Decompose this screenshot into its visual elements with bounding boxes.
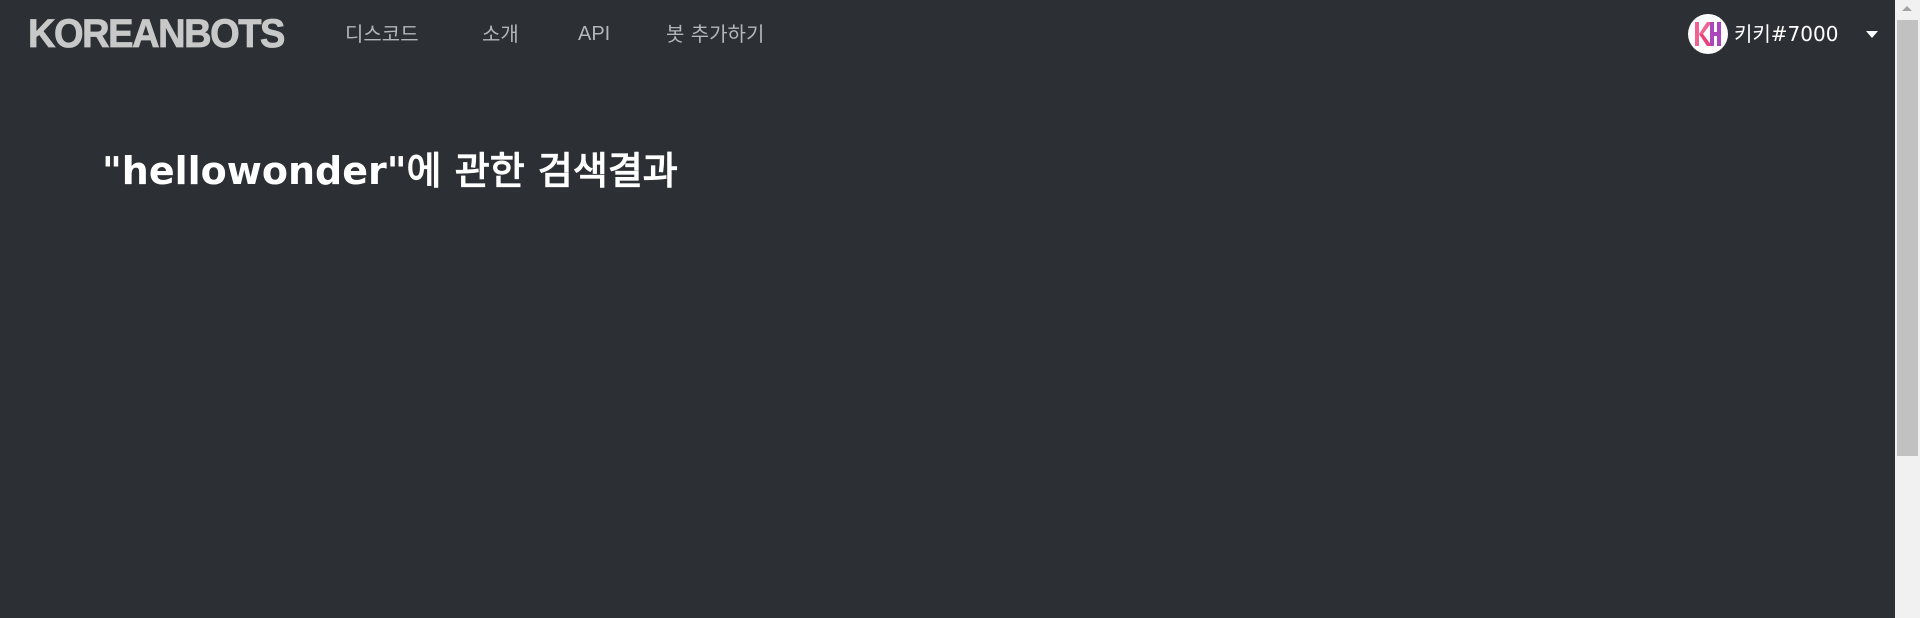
user-menu[interactable]: 키키#7000	[1688, 13, 1879, 55]
scroll-thumb[interactable]	[1897, 20, 1918, 456]
nav-item-discord[interactable]: 디스코드	[345, 20, 419, 48]
scroll-up-arrow-icon[interactable]	[1902, 6, 1912, 11]
caret-down-icon[interactable]	[1866, 30, 1879, 38]
username: 키키#7000	[1734, 22, 1839, 46]
nav-item-add-bot[interactable]: 봇 추가하기	[666, 20, 764, 48]
search-results-heading: "hellowonder"에 관한 검색결과	[102, 149, 678, 193]
scrollbar[interactable]	[1895, 0, 1920, 618]
nav-item-about[interactable]: 소개	[482, 20, 519, 48]
page: KOREANBOTS 디스코드 소개 API 봇 추가하기 키키#7000 "h…	[0, 0, 1920, 618]
nav-item-api[interactable]: API	[578, 20, 610, 48]
site-logo[interactable]: KOREANBOTS	[28, 12, 286, 57]
avatar[interactable]	[1688, 14, 1728, 54]
koreanbots-kh-logo-icon	[1695, 22, 1721, 46]
top-navbar: KOREANBOTS 디스코드 소개 API 봇 추가하기 키키#7000	[0, 0, 1895, 68]
